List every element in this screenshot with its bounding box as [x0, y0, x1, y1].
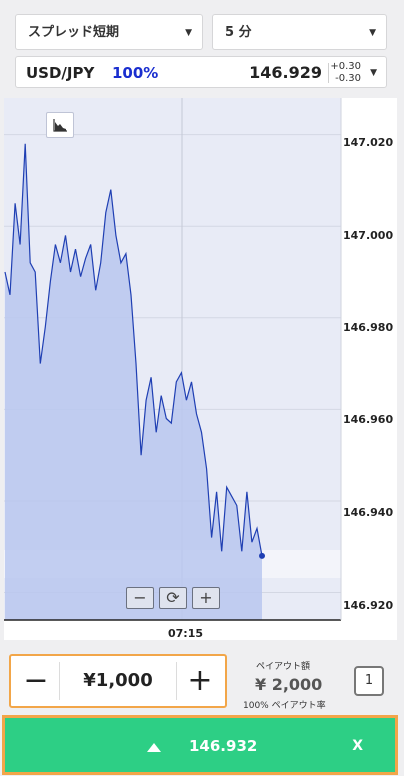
- last-price-point: [259, 552, 265, 559]
- increase-amount-button[interactable]: +: [179, 661, 221, 701]
- price-chart[interactable]: [4, 98, 397, 640]
- divider: [59, 662, 60, 700]
- pair-label: USD/JPY: [26, 64, 95, 82]
- zoom-in-button[interactable]: +: [192, 587, 220, 609]
- amount-value[interactable]: ¥1,000: [61, 656, 175, 706]
- order-count: 1: [364, 673, 374, 688]
- reset-zoom-button[interactable]: ⟳: [159, 587, 187, 609]
- area-chart-icon: [53, 119, 67, 132]
- y-tick-label: 146.960: [343, 413, 394, 426]
- y-tick-label: 147.020: [343, 136, 394, 149]
- divider: [176, 662, 177, 700]
- amount-stepper: − ¥1,000 +: [9, 654, 227, 708]
- product-select-label: スプレッド短期: [28, 25, 120, 40]
- currency-pair-select[interactable]: USD/JPY 100% 146.929 +0.30 -0.30 ▼: [15, 56, 387, 88]
- y-tick-label: 146.940: [343, 506, 394, 519]
- y-tick-label: 147.000: [343, 229, 394, 242]
- product-select[interactable]: スプレッド短期 ▼: [15, 14, 203, 50]
- payout-percent: 100%: [112, 64, 159, 82]
- y-tick-label: 146.920: [343, 599, 394, 612]
- spread-down: -0.30: [335, 73, 361, 84]
- payout-value: ¥ 2,000: [255, 675, 323, 694]
- decrease-amount-button[interactable]: −: [15, 661, 57, 701]
- spread-up: +0.30: [330, 61, 361, 72]
- payout-label: ペイアウト額: [256, 662, 311, 672]
- y-tick-label: 146.980: [343, 321, 394, 334]
- chart-type-button[interactable]: [46, 112, 74, 138]
- up-arrow-icon: [147, 743, 161, 752]
- chart-svg: [4, 98, 342, 621]
- chevron-down-icon: ▼: [370, 68, 377, 78]
- divider: [328, 63, 329, 83]
- close-icon[interactable]: X: [352, 718, 363, 774]
- chevron-down-icon: ▼: [369, 28, 376, 38]
- period-select[interactable]: 5 分 ▼: [212, 14, 387, 50]
- payout-rate: 100% ペイアウト率: [243, 701, 326, 711]
- zoom-out-button[interactable]: −: [126, 587, 154, 609]
- buy-price: 146.932: [189, 737, 258, 755]
- chevron-down-icon: ▼: [185, 28, 192, 38]
- period-select-label: 5 分: [225, 25, 252, 40]
- buy-button[interactable]: 146.932 X: [2, 715, 398, 775]
- x-tick-label: 07:15: [168, 627, 204, 640]
- order-count-button[interactable]: 1: [354, 666, 384, 696]
- current-price: 146.929: [249, 63, 322, 82]
